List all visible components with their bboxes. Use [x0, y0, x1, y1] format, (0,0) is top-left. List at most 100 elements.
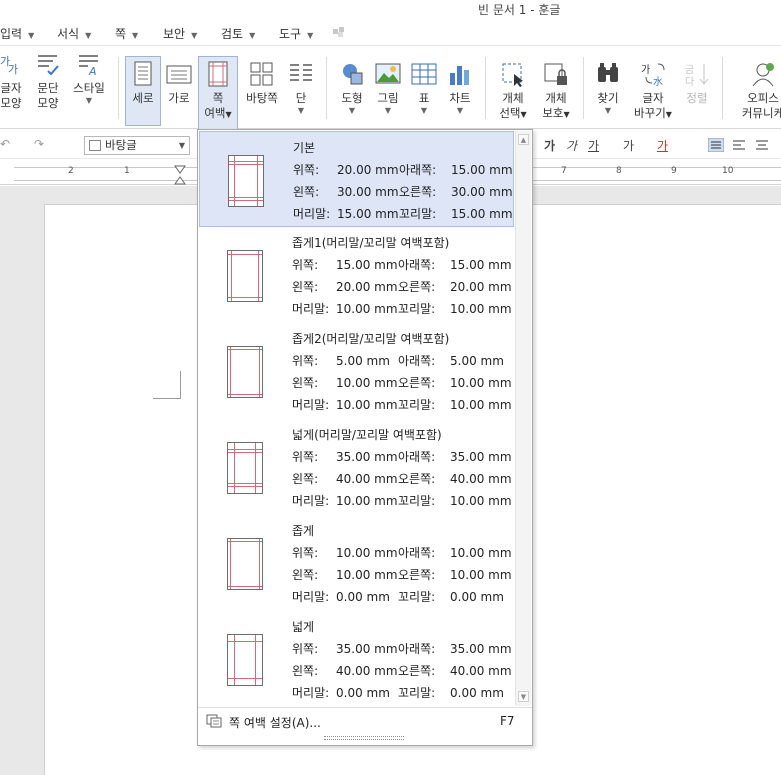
ruler-number: 2 [68, 166, 74, 176]
option-title: 넓게 [292, 620, 315, 634]
menu-page[interactable]: 쪽 ▼ [115, 25, 138, 42]
margin-option-default[interactable]: 기본 위쪽: 20.00 mm아래쪽: 15.00 mm 왼쪽: 30.00 mm오른… [199, 131, 514, 227]
page-settings-icon [206, 714, 222, 728]
columns-button[interactable]: 단 ▼ [286, 56, 316, 116]
menu-security[interactable]: 보안 ▼ [163, 25, 197, 42]
align-center-icon[interactable] [754, 138, 770, 152]
undo-icon[interactable]: ↶ [0, 137, 10, 151]
replace-icon: 가水 [641, 63, 665, 87]
margin-option-wide[interactable]: 넓게 위쪽: 35.00 mm아래쪽: 35.00 mm 왼쪽: 40.00 mm오른… [199, 611, 514, 707]
sort-icon: 금다 [685, 64, 709, 87]
style-button[interactable]: A 스타일 ▼ [70, 51, 108, 106]
portrait-button[interactable]: 세로 [125, 56, 161, 126]
object-select-button[interactable]: 개체 선택▼ [494, 56, 532, 122]
svg-text:A: A [88, 65, 97, 77]
shape-icon [343, 64, 363, 85]
landscape-button[interactable]: 가로 [163, 56, 195, 106]
svg-text:水: 水 [653, 76, 663, 87]
strike-button[interactable]: 가 [623, 137, 634, 154]
object-protect-button[interactable]: 개체 보호▼ [538, 56, 574, 122]
menu-tools[interactable]: 도구 ▼ [279, 25, 313, 42]
chart-icon [450, 66, 469, 85]
margin-preview-icon [227, 250, 263, 302]
svg-text:다: 다 [685, 76, 694, 87]
margin-option-narrow2[interactable]: 좁게2(머리말/꼬리말 여백포함) 위쪽: 5.00 mm 아래쪽: 5.00 mm … [199, 323, 514, 419]
window-title: 빈 문서 1 - 훈글 [478, 3, 561, 17]
scroll-up-icon[interactable]: ▲ [518, 134, 529, 145]
ribbon-separator [722, 57, 723, 119]
object-protect-icon [544, 63, 567, 85]
indent-marker-icon[interactable] [174, 165, 186, 185]
ruler-number: 7 [561, 166, 567, 176]
office-communicator-button[interactable]: 오피스 커뮤니케 [732, 56, 781, 121]
chart-button[interactable]: 차트 ▼ [444, 56, 476, 116]
margin-preview-icon [227, 346, 263, 398]
find-button[interactable]: 찾기 ▼ [592, 56, 624, 116]
margin-option-narrow[interactable]: 좁게 위쪽: 10.00 mm아래쪽: 10.00 mm 왼쪽: 10.00 mm오른… [199, 515, 514, 611]
shape-button[interactable]: 도형 ▼ [336, 56, 368, 116]
dropdown-scrollbar[interactable]: ▲ ▼ [515, 131, 531, 706]
columns-icon [290, 64, 312, 81]
margin-corner-mark [153, 371, 181, 399]
align-justify-icon[interactable] [708, 138, 724, 152]
extension-icon[interactable] [332, 26, 346, 38]
replace-button[interactable]: 가水 글자 바꾸기▼ [632, 56, 674, 122]
picture-button[interactable]: 그림 ▼ [373, 56, 403, 116]
svg-text:금: 금 [685, 64, 694, 76]
page-margin-dropdown: 기본 위쪽: 20.00 mm아래쪽: 15.00 mm 왼쪽: 30.00 mm오른… [197, 129, 533, 746]
scroll-down-icon[interactable]: ▼ [518, 691, 529, 702]
margin-option-wide-with-header[interactable]: 넓게(머리말/꼬리말 여백포함) 위쪽: 35.00 mm아래쪽: 35.00 mm… [199, 419, 514, 515]
margin-preview-icon [228, 155, 264, 207]
paragraph-shape-icon [38, 55, 59, 76]
font-shape-button[interactable]: 가가 글자 모양 [0, 51, 28, 111]
ruler-number: 8 [616, 166, 622, 176]
underline-button[interactable]: 가 [588, 137, 599, 154]
font-select[interactable]: 바탕글 ▼ [84, 136, 190, 155]
option-title: 좁게2(머리말/꼬리말 여백포함) [292, 332, 450, 346]
bold-button[interactable]: 가 [544, 137, 555, 154]
margin-preview-icon [227, 634, 263, 686]
table-icon [411, 63, 437, 85]
picture-icon [375, 63, 401, 84]
font-color-button[interactable]: 가 [657, 137, 668, 154]
menu-review[interactable]: 검토 ▼ [221, 25, 255, 42]
communicator-icon [752, 63, 774, 87]
margin-option-narrow1[interactable]: 좁게1(머리말/꼬리말 여백포함) 위쪽: 15.00 mm아래쪽: 15.00 m… [199, 227, 514, 323]
svg-text:가: 가 [8, 63, 18, 76]
menu-insert[interactable]: 입력 ▼ [0, 25, 34, 42]
binoculars-icon [598, 63, 618, 82]
option-title: 기본 [293, 141, 316, 155]
italic-button[interactable]: 가 [566, 137, 577, 154]
title-bar: 빈 문서 1 - 훈글 [0, 0, 781, 18]
table-button[interactable]: 표 ▼ [409, 56, 439, 116]
shortcut-key: F7 [500, 714, 515, 728]
page-margin-icon [208, 61, 228, 87]
option-title: 넓게(머리말/꼬리말 여백포함) [292, 428, 442, 442]
ruler-number: 9 [671, 166, 677, 176]
margin-settings-item[interactable]: 쪽 여백 설정(A)... F7 [198, 707, 532, 733]
object-select-icon [502, 63, 523, 87]
page-margin-button[interactable]: 쪽 여백▼ [198, 56, 238, 130]
resize-grip[interactable] [324, 736, 404, 740]
ribbon-separator [326, 57, 327, 119]
paragraph-shape-button[interactable]: 문단 모양 [32, 51, 64, 111]
margin-preview-icon [227, 442, 263, 494]
style-icon: A [79, 55, 98, 77]
redo-icon[interactable]: ↷ [34, 137, 44, 151]
ribbon-separator [583, 57, 584, 119]
menu-bar: 입력 ▼ 서식 ▼ 쪽 ▼ 보안 ▼ 검토 ▼ 도구 ▼ [0, 18, 781, 46]
ribbon-separator [485, 57, 486, 119]
background-page-button[interactable]: 바탕쪽 [244, 56, 280, 106]
chevron-down-icon: ▼ [178, 141, 185, 150]
portrait-icon [134, 61, 152, 86]
sort-button[interactable]: 금다 정렬 [680, 56, 714, 106]
ribbon-separator [118, 57, 119, 119]
option-title: 좁게1(머리말/꼬리말 여백포함) [292, 236, 450, 250]
menu-format[interactable]: 서식 ▼ [57, 25, 91, 42]
ruler-number: 1 [124, 166, 130, 176]
align-left-icon[interactable] [731, 138, 747, 152]
margin-settings-label: 쪽 여백 설정(A)... [229, 716, 321, 730]
landscape-icon [166, 65, 192, 84]
svg-text:가: 가 [641, 64, 650, 76]
ruler-number: 10 [722, 166, 734, 176]
